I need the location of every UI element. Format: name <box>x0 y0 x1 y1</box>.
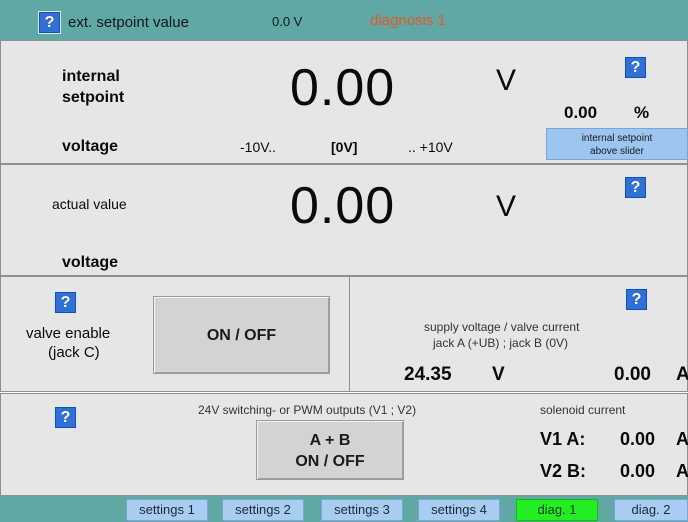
v2-current-unit: A <box>676 461 688 481</box>
supply-voltage-unit: V <box>492 364 505 385</box>
setpoint-percent-unit: % <box>634 103 650 122</box>
help-button-ext-setpoint[interactable]: ? <box>38 11 61 34</box>
v1-current-unit: A <box>676 429 688 449</box>
ext-setpoint-value: 0.0 V <box>272 14 303 29</box>
ext-setpoint-label: ext. setpoint value <box>68 14 189 31</box>
supply-title-line1: supply voltage / valve current <box>424 320 580 334</box>
help-button-supply[interactable]: ? <box>625 288 648 311</box>
internal-setpoint-value: 0.00 <box>290 59 396 117</box>
outputs-button-line1: A + B <box>309 432 351 449</box>
help-button-valve-enable[interactable]: ? <box>54 291 77 314</box>
range-min: -10V.. <box>240 139 277 155</box>
v1-current-value: 0.00 <box>620 429 656 449</box>
tab-diag-2[interactable]: diag. 2 <box>614 499 688 521</box>
slider-button-line2: above slider <box>590 146 644 157</box>
solenoid-current-label: solenoid current <box>540 403 626 417</box>
tab-settings-3[interactable]: settings 3 <box>321 499 403 521</box>
valve-enable-toggle-button[interactable]: ON / OFF <box>153 296 330 374</box>
tab-diag-1[interactable]: diag. 1 <box>516 499 598 521</box>
tab-settings-2[interactable]: settings 2 <box>222 499 304 521</box>
help-button-internal-setpoint[interactable]: ? <box>624 56 647 79</box>
diagnosis-title: diagnosis 1 <box>370 12 446 29</box>
actual-value: 0.00 <box>290 177 396 235</box>
internal-setpoint-label-line1: internal <box>62 68 120 85</box>
v2-label: V2 B: <box>540 461 587 481</box>
valve-current-value: 0.00 <box>614 364 651 385</box>
outputs-title: 24V switching- or PWM outputs (V1 ; V2) <box>198 403 417 417</box>
internal-setpoint-label-line2: setpoint <box>62 89 125 106</box>
actual-value-unit: V <box>496 190 517 223</box>
supply-title-line2: jack A (+UB) ; jack B (0V) <box>433 336 569 350</box>
help-button-actual-value[interactable]: ? <box>624 176 647 199</box>
supply-voltage-value: 24.35 <box>404 364 452 385</box>
valve-enable-label-line1: valve enable <box>26 325 111 342</box>
range-mid: [0V] <box>331 139 358 155</box>
slider-button-line1: internal setpoint <box>581 133 653 144</box>
outputs-button-line2: ON / OFF <box>295 453 365 470</box>
tab-settings-1[interactable]: settings 1 <box>126 499 208 521</box>
internal-setpoint-unit: V <box>496 64 517 97</box>
actual-voltage-label: voltage <box>62 254 119 271</box>
actual-value-label: actual value <box>52 196 127 212</box>
valve-current-unit: A <box>676 364 688 385</box>
setpoint-voltage-label: voltage <box>62 138 119 155</box>
top-bar: ? ext. setpoint value 0.0 V diagnosis 1 <box>0 0 688 40</box>
valve-enable-label-line2: (jack C) <box>48 344 100 361</box>
setpoint-percent-value: 0.00 <box>564 103 598 122</box>
internal-setpoint-slider-button[interactable]: internal setpoint above slider <box>546 128 688 160</box>
outputs-toggle-button[interactable]: A + B ON / OFF <box>256 420 404 480</box>
range-max: .. +10V <box>408 139 453 155</box>
help-button-outputs[interactable]: ? <box>54 406 77 429</box>
v1-label: V1 A: <box>540 429 586 449</box>
tab-settings-4[interactable]: settings 4 <box>418 499 500 521</box>
v2-current-value: 0.00 <box>620 461 656 481</box>
